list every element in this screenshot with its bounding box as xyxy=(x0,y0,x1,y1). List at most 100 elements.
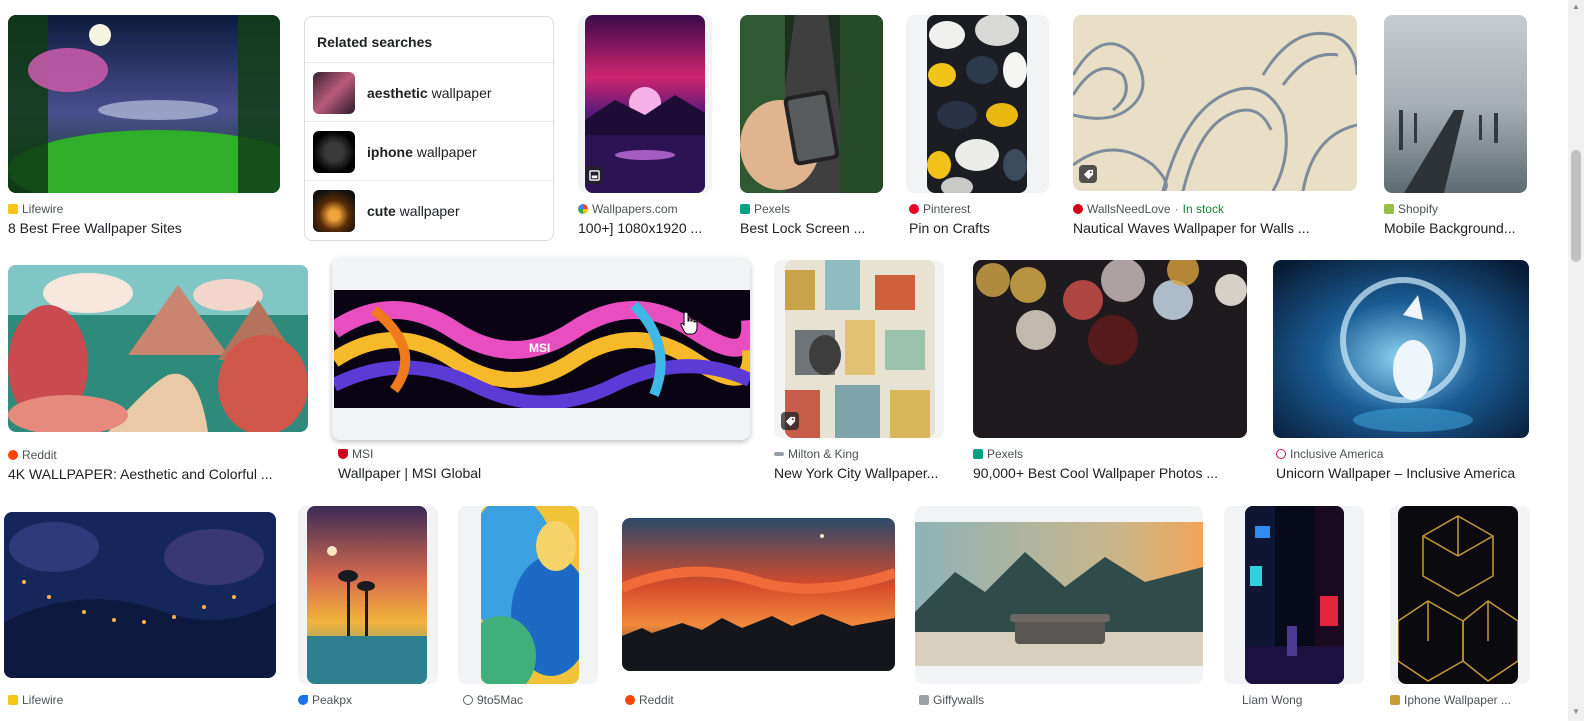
iphone-wallpaper-icon xyxy=(1390,695,1400,705)
scroll-down-arrow-icon[interactable]: ▼ xyxy=(1571,707,1581,717)
result-source: Pexels xyxy=(973,447,1023,461)
result-source: Wallpapers.com xyxy=(578,202,678,216)
result-thumbnail[interactable] xyxy=(785,260,935,438)
related-search-item[interactable]: iphone wallpaper xyxy=(305,121,553,181)
result-thumbnail[interactable] xyxy=(927,15,1027,193)
pexels-icon xyxy=(740,204,750,214)
image-badge-icon xyxy=(585,166,603,184)
result-thumbnail[interactable] xyxy=(740,15,883,193)
result-thumbnail[interactable] xyxy=(307,506,427,684)
result-card[interactable]: Milton & King New York City Wallpaper... xyxy=(774,260,944,485)
result-title[interactable]: 4K WALLPAPER: Aesthetic and Colorful ... xyxy=(8,466,284,482)
related-search-label: cute wallpaper xyxy=(367,202,460,219)
result-card[interactable]: Pexels Best Lock Screen ... xyxy=(740,15,883,240)
source-label: Pinterest xyxy=(923,202,971,216)
result-thumbnail[interactable] xyxy=(622,518,895,671)
result-thumbnail[interactable] xyxy=(1384,15,1527,193)
result-title[interactable]: Pin on Crafts xyxy=(909,220,1049,236)
source-label: Iphone Wallpaper ... xyxy=(1404,693,1511,707)
result-source: Milton & King xyxy=(774,447,859,461)
related-search-item[interactable]: cute wallpaper xyxy=(305,180,553,240)
related-search-thumbnail xyxy=(313,71,355,114)
source-label: Giffywalls xyxy=(933,693,985,707)
result-title[interactable]: Wallpaper | MSI Global xyxy=(338,465,738,481)
result-thumbnail[interactable] xyxy=(973,260,1247,438)
source-label: Reddit xyxy=(639,693,674,707)
scrollbar-thumb[interactable] xyxy=(1571,150,1581,262)
result-title[interactable]: Nautical Waves Wallpaper for Walls ... xyxy=(1073,220,1357,236)
result-card[interactable]: Pinterest Pin on Crafts xyxy=(906,15,1049,240)
result-title[interactable]: Mobile Background... xyxy=(1384,220,1527,236)
result-card[interactable]: 9to5Mac xyxy=(458,506,598,721)
source-label: Pexels xyxy=(987,447,1024,461)
in-stock-label: In stock xyxy=(1182,202,1224,216)
reddit-icon xyxy=(625,695,635,705)
result-title[interactable]: 100+] 1080x1920 ... xyxy=(578,220,712,236)
result-thumbnail[interactable] xyxy=(8,15,280,193)
result-thumbnail[interactable] xyxy=(1273,260,1529,438)
related-search-item[interactable]: aesthetic wallpaper xyxy=(305,62,553,122)
source-label: Wallpapers.com xyxy=(592,202,678,216)
result-thumbnail[interactable] xyxy=(1245,506,1344,684)
peakpx-icon xyxy=(298,695,308,705)
result-source: Reddit xyxy=(8,448,57,462)
result-thumbnail[interactable]: MSI xyxy=(334,290,750,408)
result-card[interactable]: Peakpx xyxy=(298,506,438,721)
source-label: Lifewire xyxy=(22,693,64,707)
result-card[interactable]: Lifewire 8 Best Free Wallpaper Sites xyxy=(8,15,280,240)
related-search-label: iphone wallpaper xyxy=(367,143,477,160)
result-title[interactable]: 90,000+ Best Cool Wallpaper Photos ... xyxy=(973,465,1247,481)
result-title[interactable]: 8 Best Free Wallpaper Sites xyxy=(8,220,280,236)
result-thumbnail[interactable] xyxy=(4,512,276,678)
wallpapers-com-icon xyxy=(578,204,588,214)
result-thumbnail[interactable] xyxy=(585,15,705,193)
scroll-up-arrow-icon[interactable]: ▲ xyxy=(1571,2,1581,12)
result-thumbnail[interactable] xyxy=(915,522,1203,666)
source-label: Shopify xyxy=(1398,202,1439,216)
result-source: Giffywalls xyxy=(919,693,984,707)
source-label: Inclusive America xyxy=(1290,447,1384,461)
milton-king-icon xyxy=(774,452,784,456)
source-label: Liam Wong xyxy=(1242,693,1303,707)
result-card[interactable]: Wallpapers.com 100+] 1080x1920 ... xyxy=(578,15,714,240)
msi-logo: MSI xyxy=(529,341,550,355)
related-search-thumbnail xyxy=(313,130,355,173)
reddit-icon xyxy=(8,450,18,460)
result-title[interactable]: Unicorn Wallpaper – Inclusive America xyxy=(1276,465,1529,481)
vertical-scrollbar[interactable]: ▲ ▼ xyxy=(1568,0,1584,721)
result-source: Lifewire xyxy=(8,202,63,216)
result-card[interactable]: Iphone Wallpaper ... xyxy=(1390,506,1530,721)
hand-cursor-icon xyxy=(680,311,698,340)
shopping-tag-icon xyxy=(781,412,799,430)
source-label: Milton & King xyxy=(788,447,859,461)
result-card[interactable]: Pexels 90,000+ Best Cool Wallpaper Photo… xyxy=(973,260,1247,485)
result-title[interactable]: Best Lock Screen ... xyxy=(740,220,883,236)
related-searches-panel: Related searches aesthetic wallpaper iph… xyxy=(304,16,554,241)
result-title[interactable]: New York City Wallpaper... xyxy=(774,465,944,481)
result-card[interactable]: Reddit xyxy=(622,518,896,721)
result-thumbnail[interactable] xyxy=(8,265,308,432)
result-card[interactable]: Lifewire xyxy=(4,512,276,721)
result-source: MSI xyxy=(338,447,373,461)
related-searches-title: Related searches xyxy=(317,34,433,50)
pexels-icon xyxy=(973,449,983,459)
result-card[interactable]: Reddit 4K WALLPAPER: Aesthetic and Color… xyxy=(8,265,308,485)
lifewire-icon xyxy=(8,695,18,705)
source-label: MSI xyxy=(352,447,374,461)
result-thumbnail[interactable] xyxy=(481,506,579,684)
result-source: Shopify xyxy=(1384,202,1438,216)
giffywalls-icon xyxy=(919,695,929,705)
result-card[interactable]: Giffywalls xyxy=(915,506,1203,721)
lifewire-icon xyxy=(8,204,18,214)
result-thumbnail[interactable] xyxy=(1398,506,1518,684)
related-search-label: aesthetic wallpaper xyxy=(367,84,492,101)
result-card[interactable]: Shopify Mobile Background... xyxy=(1384,15,1527,240)
result-card[interactable]: MSI MSI Wallpaper | MSI Global xyxy=(334,260,750,485)
result-card[interactable]: Inclusive America Unicorn Wallpaper – In… xyxy=(1273,260,1529,485)
result-source: Peakpx xyxy=(298,693,352,707)
result-card[interactable]: Liam Wong xyxy=(1224,506,1364,721)
result-thumbnail[interactable] xyxy=(1073,15,1357,191)
result-card[interactable]: WallsNeedLove · In stock Nautical Waves … xyxy=(1073,15,1357,240)
wallsneedlove-icon xyxy=(1073,204,1083,214)
source-label: Pexels xyxy=(754,202,791,216)
